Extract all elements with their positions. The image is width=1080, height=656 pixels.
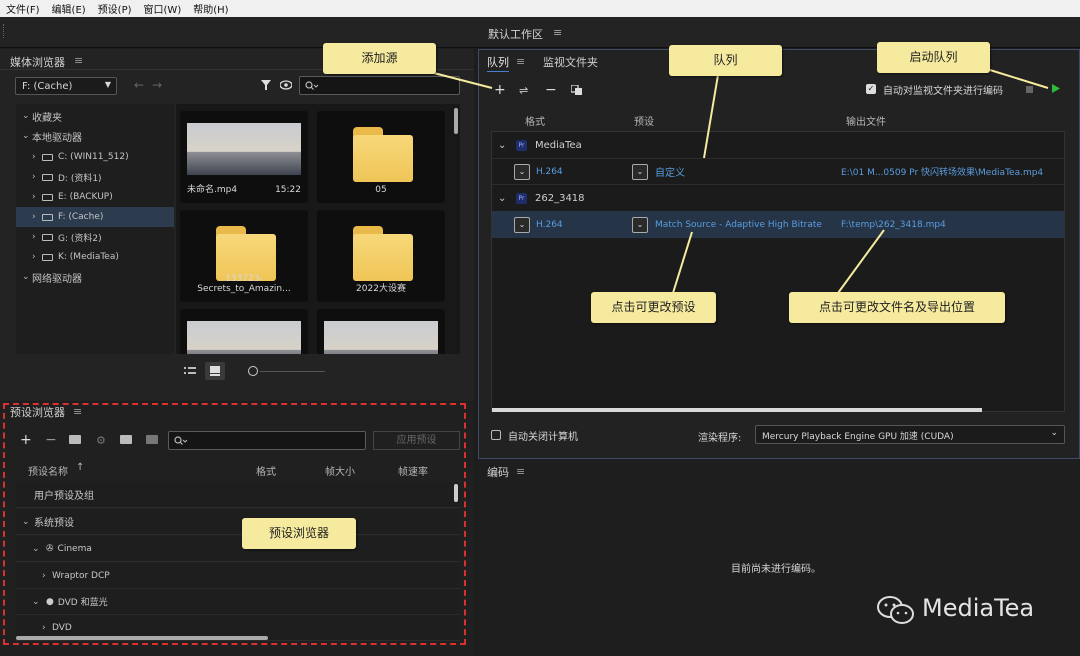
- arrow-change-preset: [672, 231, 693, 294]
- callout-change-preset: 点击可更改预设: [591, 292, 716, 323]
- callout-start-queue: 启动队列: [877, 42, 990, 73]
- arrow-queue: [703, 74, 719, 159]
- arrow-add-source: [429, 71, 493, 89]
- callout-arrows: [429, 69, 1049, 294]
- arrow-start-queue: [989, 69, 1049, 89]
- callout-change-output: 点击可更改文件名及导出位置: [789, 292, 1005, 323]
- arrow-change-output: [837, 229, 885, 294]
- callout-preset-browser: 预设浏览器: [242, 518, 356, 549]
- callout-add-source: 添加源: [323, 43, 436, 74]
- callout-queue: 队列: [669, 45, 782, 76]
